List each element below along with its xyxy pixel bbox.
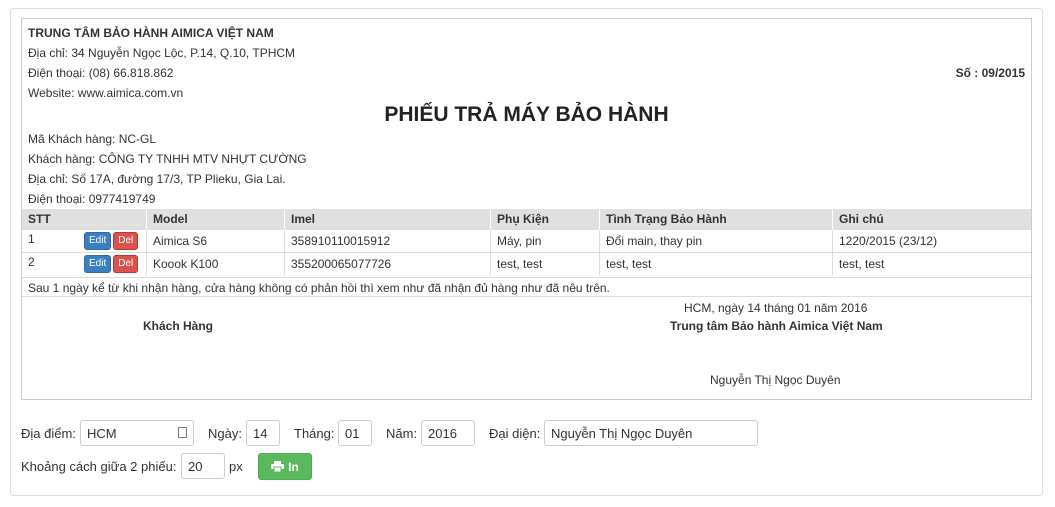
rep-value: Nguyễn Thị Ngọc Duyên [551, 426, 693, 441]
spacing-value: 20 [188, 459, 203, 474]
spacing-input[interactable]: 20 [181, 453, 225, 479]
customer-code: Mã Khách hàng: NC-GL [28, 132, 157, 146]
doc-number: Số : 09/2015 [955, 66, 1025, 80]
row-model: Koook K100 [146, 252, 285, 275]
company-phone: Điện thoại: (08) 66.818.862 [28, 66, 174, 80]
row-imel: 355200065077726 [284, 252, 491, 275]
location-value: HCM [87, 426, 117, 441]
row-imel: 358910110015912 [284, 229, 491, 253]
row-phukien: test, test [490, 252, 600, 275]
rep-input[interactable]: Nguyễn Thị Ngọc Duyên [544, 420, 758, 446]
location-label: Địa điểm: [21, 426, 76, 441]
row-phukien: Máy, pin [490, 229, 600, 253]
printer-icon [271, 461, 285, 472]
location-input[interactable]: HCM [80, 420, 194, 446]
day-input[interactable]: 14 [246, 420, 280, 446]
customer-phone: Điện thoại: 0977419749 [28, 192, 156, 206]
row-tinhtrang: test, test [599, 252, 833, 275]
col-model: Model [146, 209, 285, 230]
table-row: 1 Edit Del Aimica S6 358910110015912 Máy, … [22, 229, 1031, 253]
center-signature-label: Trung tâm Bảo hành Aimica Việt Nam [670, 319, 883, 333]
col-ghichu: Ghi chú [832, 209, 1031, 230]
row-stt: 2 [28, 255, 35, 269]
row-ghichu: test, test [832, 252, 1031, 275]
month-label: Tháng: [294, 426, 335, 441]
customer-address: Địa chỉ: Số 17A, đường 17/3, TP Plieku, … [28, 172, 286, 186]
col-imel: Imel [284, 209, 491, 230]
year-value: 2016 [428, 426, 457, 441]
edit-button[interactable]: Edit [84, 232, 112, 250]
customer-name: Khách hàng: CÔNG TY TNHH MTV NHỰT CƯỜNG [28, 152, 307, 166]
year-input[interactable]: 2016 [421, 420, 475, 446]
contact-card-icon[interactable] [178, 427, 187, 438]
company-website: Website: www.aimica.com.vn [28, 86, 184, 100]
spacing-unit: px [229, 459, 243, 474]
delete-button[interactable]: Del [113, 232, 139, 250]
row-tinhtrang: Đổi main, thay pin [599, 229, 833, 253]
print-button[interactable]: In [258, 453, 312, 480]
col-phukien: Phụ Kiện [490, 209, 600, 230]
table-header-row: STT Model Imel Phụ Kiện Tình Trạng Bảo H… [22, 209, 1031, 230]
row-stt-cell: 2 Edit Del [22, 252, 147, 275]
table-row: 2 Edit Del Koook K100 355200065077726 test… [22, 252, 1031, 275]
company-address: Địa chỉ: 34 Nguyễn Ngọc Lộc, P.14, Q.10,… [28, 46, 296, 60]
day-value: 14 [253, 426, 268, 441]
rep-label: Đại diện: [489, 426, 541, 441]
day-label: Ngày: [208, 426, 242, 441]
items-table: STT Model Imel Phụ Kiện Tình Trạng Bảo H… [22, 209, 1031, 275]
customer-signature-label: Khách Hàng [143, 319, 214, 333]
print-label: In [288, 459, 299, 474]
delete-button[interactable]: Del [113, 255, 139, 273]
edit-button[interactable]: Edit [84, 255, 112, 273]
year-label: Năm: [386, 426, 418, 441]
company-name: TRUNG TÂM BẢO HÀNH AIMICA VIỆT NAM [28, 26, 274, 40]
spacing-label: Khoảng cách giữa 2 phiếu: [21, 459, 177, 474]
row-stt: 1 [28, 232, 35, 246]
row-model: Aimica S6 [146, 229, 285, 253]
representative-name: Nguyễn Thị Ngọc Duyên [710, 373, 841, 387]
col-tinhtrang: Tình Trạng Bảo Hành [599, 209, 833, 230]
col-stt: STT [22, 209, 147, 230]
row-stt-cell: 1 Edit Del [22, 229, 147, 253]
receipt: TRUNG TÂM BẢO HÀNH AIMICA VIỆT NAM Địa c… [21, 18, 1032, 400]
signature-date: HCM, ngày 14 tháng 01 năm 2016 [684, 301, 868, 315]
note-text: Sau 1 ngày kể từ khi nhận hàng, cửa hàng… [22, 277, 1031, 297]
row-ghichu: 1220/2015 (23/12) [832, 229, 1031, 253]
page-title: PHIẾU TRẢ MÁY BẢO HÀNH [384, 103, 669, 126]
month-value: 01 [345, 426, 360, 441]
month-input[interactable]: 01 [338, 420, 372, 446]
